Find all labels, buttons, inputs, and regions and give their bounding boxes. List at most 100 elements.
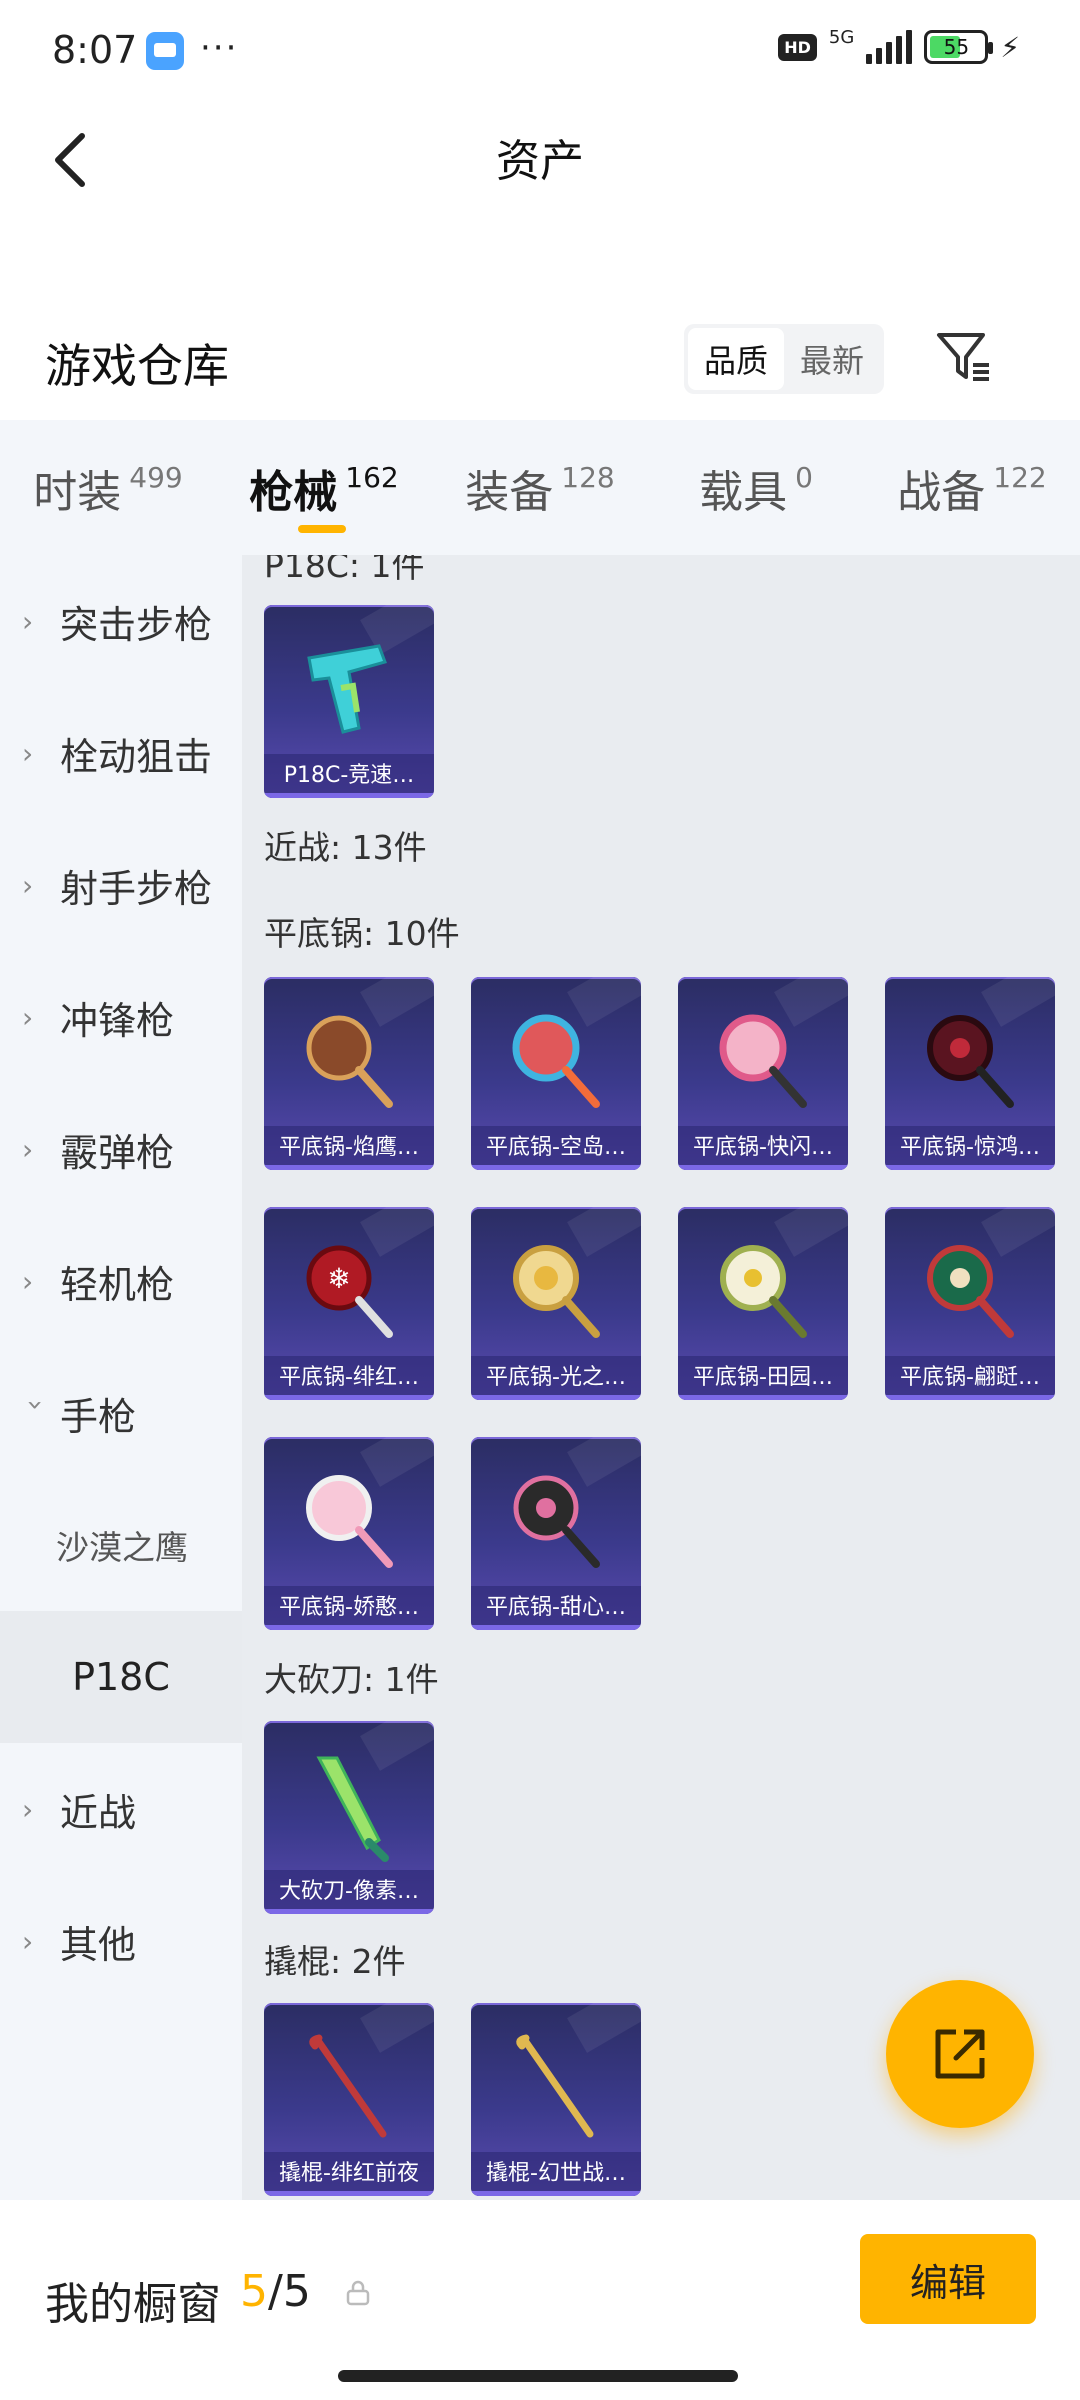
tab-count: 499: [129, 461, 183, 494]
item-card[interactable]: 平底锅-田园…: [678, 1207, 848, 1400]
item-name: 撬棍-绯红前夜: [264, 2152, 434, 2196]
external-link-icon: [935, 2029, 985, 2079]
chevron-down-icon: ›: [19, 1399, 53, 1411]
pan-icon: ❄: [264, 1225, 434, 1355]
filter-icon: [937, 333, 989, 381]
item-card[interactable]: P18C-竞速…: [264, 605, 434, 798]
showcase-label: 我的橱窗: [45, 2279, 221, 2330]
filter-button[interactable]: [928, 322, 998, 392]
battery-level: 55: [943, 35, 970, 59]
sidebar-item-other[interactable]: › 其他: [0, 1875, 242, 2007]
item-card[interactable]: 大砍刀-像素…: [264, 1721, 434, 1914]
item-name: 平底锅-田园…: [678, 1356, 848, 1400]
sidebar-item-pistol[interactable]: › 手枪: [0, 1347, 242, 1479]
sidebar-subitem-p18c[interactable]: P18C: [0, 1611, 242, 1743]
status-time: 8:07: [52, 28, 138, 72]
sidebar-item-label: 栓动狙击: [60, 734, 213, 779]
sort-toggle: 品质 最新: [684, 324, 884, 394]
sidebar-item-label: 射手步枪: [60, 866, 213, 911]
tab-equipment[interactable]: 装备 128: [432, 420, 648, 555]
sort-option-newest[interactable]: 最新: [784, 328, 880, 390]
item-name: 平底锅-空岛…: [471, 1126, 641, 1170]
tab-count: 128: [561, 461, 615, 494]
header: 资产: [0, 105, 1080, 215]
sidebar-item-assault-rifle[interactable]: › 突击步枪: [0, 555, 242, 687]
section-label-crowbar: 撬棍: 2件: [264, 1942, 406, 1981]
tab-count: 162: [345, 461, 399, 494]
page-title: 资产: [496, 136, 584, 187]
sidebar-subitem-desert-eagle[interactable]: 沙漠之鹰: [0, 1479, 242, 1611]
section-label-pan: 平底锅: 10件: [264, 914, 460, 953]
section-label-machete: 大砍刀: 1件: [264, 1660, 439, 1699]
item-name: 平底锅-娇憨…: [264, 1586, 434, 1630]
item-card[interactable]: 撬棍-幻世战…: [471, 2003, 641, 2196]
pan-icon: [471, 1225, 641, 1355]
sidebar-item-melee[interactable]: › 近战: [0, 1743, 242, 1875]
status-indicators: HD 5G 55 ⚡: [778, 26, 1020, 64]
chevron-right-icon: ›: [22, 1792, 34, 1826]
tab-supplies[interactable]: 战备 122: [864, 420, 1080, 555]
section-label-melee: 近战: 13件: [264, 828, 427, 867]
item-card[interactable]: 平底锅-空岛…: [471, 977, 641, 1170]
item-card[interactable]: 平底锅-娇憨…: [264, 1437, 434, 1630]
sidebar-item-label: 手枪: [60, 1394, 137, 1439]
item-card[interactable]: 平底锅-焰鹰…: [264, 977, 434, 1170]
item-name: 大砍刀-像素…: [264, 1870, 434, 1914]
tab-vehicles[interactable]: 载具 0: [648, 420, 864, 555]
charging-icon: ⚡: [1000, 30, 1020, 64]
sidebar-item-label: 轻机枪: [60, 1262, 175, 1307]
item-name: 撬棍-幻世战…: [471, 2152, 641, 2196]
app-notification-icon: [146, 32, 184, 70]
tab-label: 载具: [699, 466, 788, 518]
more-notifications-icon: ···: [200, 28, 239, 68]
tab-fashion[interactable]: 时装 499: [0, 420, 216, 555]
pan-icon: [885, 1225, 1055, 1355]
sidebar-item-bolt-sniper[interactable]: › 栓动狙击: [0, 687, 242, 819]
sidebar-item-marksman-rifle[interactable]: › 射手步枪: [0, 819, 242, 951]
item-card[interactable]: 平底锅-翩跹…: [885, 1207, 1055, 1400]
sidebar-item-label: 近战: [60, 1790, 137, 1835]
tab-weapons[interactable]: 枪械 162: [216, 420, 432, 555]
tab-count: 122: [993, 461, 1047, 494]
tab-label: 战备: [897, 466, 986, 518]
pan-icon: [264, 1455, 434, 1585]
item-card[interactable]: 平底锅-甜心…: [471, 1437, 641, 1630]
showcase-current: 5: [240, 2266, 268, 2317]
item-name: 平底锅-惊鸿…: [885, 1126, 1055, 1170]
section-label-p18c: P18C: 1件: [264, 555, 425, 585]
pan-icon: [885, 995, 1055, 1125]
sidebar-item-label: 其他: [60, 1922, 137, 1967]
edit-button[interactable]: 编辑: [860, 2234, 1036, 2324]
share-button[interactable]: [886, 1980, 1034, 2128]
sidebar-item-smg[interactable]: › 冲锋枪: [0, 951, 242, 1083]
tab-label: 枪械: [249, 466, 338, 518]
chevron-right-icon: ›: [22, 1132, 34, 1166]
weapon-category-sidebar: › 突击步枪 › 栓动狙击 › 射手步枪 › 冲锋枪 › 霰弹枪 › 轻机枪 › 手枪 沙漠之…: [0, 555, 242, 2200]
pistol-icon: [264, 623, 434, 753]
item-name: 平底锅-绯红…: [264, 1356, 434, 1400]
pan-icon: [678, 995, 848, 1125]
chevron-right-icon: ›: [22, 1264, 34, 1298]
item-card[interactable]: 撬棍-绯红前夜: [264, 2003, 434, 2196]
showcase-max: 5: [282, 2266, 311, 2317]
item-card[interactable]: 平底锅-惊鸿…: [885, 977, 1055, 1170]
sidebar-item-lmg[interactable]: › 轻机枪: [0, 1215, 242, 1347]
network-type: 5G: [828, 26, 855, 48]
chevron-right-icon: ›: [22, 1000, 34, 1034]
battery-icon: 55: [924, 30, 994, 64]
chevron-right-icon: ›: [22, 736, 34, 770]
machete-icon: [264, 1739, 434, 1869]
showcase-bar: 我的橱窗 5/5 编辑: [0, 2200, 1080, 2400]
item-name: 平底锅-焰鹰…: [264, 1126, 434, 1170]
signal-icon: [866, 30, 913, 64]
item-card[interactable]: 平底锅-光之…: [471, 1207, 641, 1400]
item-card[interactable]: ❄ 平底锅-绯红…: [264, 1207, 434, 1400]
pan-icon: [471, 1455, 641, 1585]
item-name: 平底锅-翩跹…: [885, 1356, 1055, 1400]
item-card[interactable]: 平底锅-快闪…: [678, 977, 848, 1170]
sidebar-item-shotgun[interactable]: › 霰弹枪: [0, 1083, 242, 1215]
lock-icon: [346, 2280, 370, 2306]
sidebar-item-label: 霰弹枪: [60, 1130, 175, 1175]
home-indicator[interactable]: [338, 2370, 738, 2382]
sort-option-quality[interactable]: 品质: [688, 328, 784, 390]
